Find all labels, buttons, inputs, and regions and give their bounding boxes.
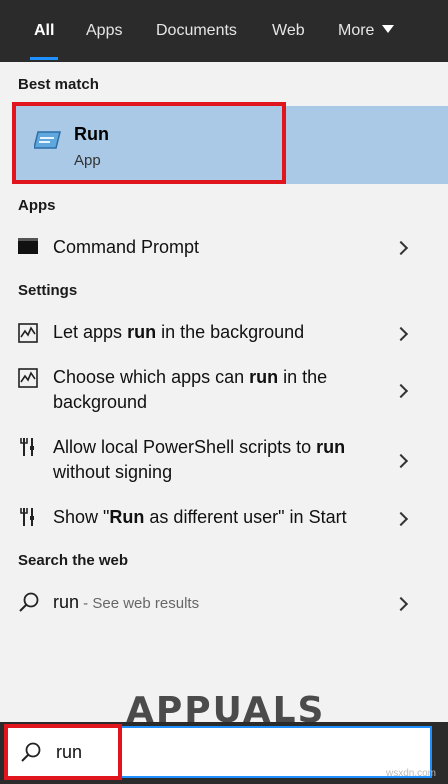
search-icon xyxy=(19,592,39,612)
taskbar-search-area: run xyxy=(0,722,448,784)
section-settings: Settings xyxy=(18,282,78,299)
setting-item-powershell-scripts[interactable]: Allow local PowerShell scripts to run wi… xyxy=(4,432,448,492)
tab-apps[interactable]: Apps xyxy=(86,0,122,62)
search-tab-bar: All Apps Documents Web More xyxy=(0,0,448,62)
tab-more-label: More xyxy=(338,22,375,39)
web-search-label: run - See web results xyxy=(53,592,200,612)
section-search-the-web: Search the web xyxy=(18,552,129,569)
chevron-right-icon xyxy=(393,383,409,399)
chevron-right-icon xyxy=(393,326,409,342)
setting-item-background-apps[interactable]: Let apps run in the background xyxy=(4,317,448,353)
setting-item-label: Let apps run in the background xyxy=(53,322,305,342)
search-results-panel: Best match Run App Apps Command Prompt S… xyxy=(4,62,448,722)
setting-item-label: Show "Run as different user" in Start xyxy=(53,507,347,527)
command-prompt-icon xyxy=(18,238,38,254)
section-apps: Apps xyxy=(18,197,56,214)
settings-tools-icon xyxy=(20,438,34,456)
web-search-item[interactable]: run - See web results xyxy=(4,587,448,623)
chevron-right-icon xyxy=(393,511,409,527)
highlight-box-search xyxy=(4,724,122,780)
caret-down-icon xyxy=(382,24,395,33)
setting-item-choose-background-apps[interactable]: Choose which apps can run in the backgro… xyxy=(4,362,448,422)
settings-sliders-icon xyxy=(18,323,38,343)
setting-item-run-as-different-user[interactable]: Show "Run as different user" in Start xyxy=(4,502,448,538)
highlight-box-best-match xyxy=(12,102,286,184)
chevron-right-icon xyxy=(393,240,409,256)
chevron-right-icon xyxy=(393,596,409,612)
app-item-label: Command Prompt xyxy=(53,237,200,257)
setting-item-label: Allow local PowerShell scripts to run wi… xyxy=(53,437,346,482)
settings-tools-icon xyxy=(20,508,34,526)
tab-all[interactable]: All xyxy=(29,0,60,62)
settings-sliders-icon xyxy=(18,368,38,388)
section-best-match: Best match xyxy=(18,76,99,93)
web-search-hint: - See web results xyxy=(79,595,200,612)
tab-documents[interactable]: Documents xyxy=(156,0,237,62)
credit-text: wsxdn.com xyxy=(385,768,436,779)
tab-web[interactable]: Web xyxy=(272,0,305,62)
chevron-right-icon xyxy=(393,453,409,469)
app-item-command-prompt[interactable]: Command Prompt xyxy=(4,232,448,266)
setting-item-label: Choose which apps can run in the backgro… xyxy=(53,367,328,412)
tab-more[interactable]: More xyxy=(338,0,395,62)
